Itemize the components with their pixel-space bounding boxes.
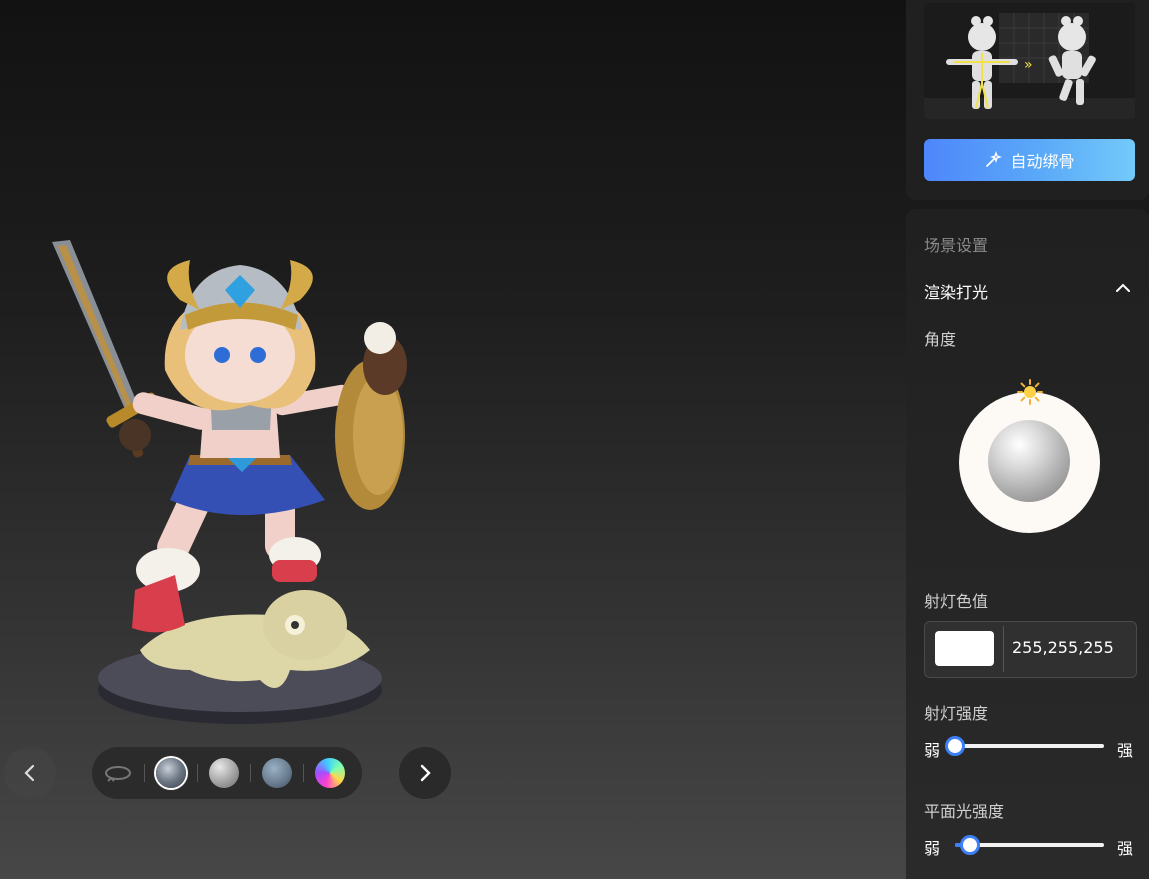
spot-color-label: 射灯色值: [924, 592, 989, 611]
light-preview-sphere: [988, 420, 1070, 502]
material-metal-dark-swatch: [156, 758, 186, 788]
rotate-button[interactable]: [92, 747, 144, 799]
auto-rig-button[interactable]: 自动绑骨: [924, 139, 1135, 181]
spot-color-field[interactable]: 255,255,255: [924, 621, 1137, 678]
rig-preview-image: »: [924, 3, 1135, 119]
scene-settings-panel: 场景设置 渲染打光 角度 射灯色值 255,255,255 射灯强度 弱 强 平…: [906, 209, 1149, 879]
flat-intensity-slider[interactable]: [955, 835, 1104, 855]
auto-rig-label: 自动绑骨: [1010, 152, 1075, 171]
model-viewport[interactable]: [0, 0, 906, 879]
previous-button[interactable]: [4, 747, 56, 799]
next-button[interactable]: [399, 747, 451, 799]
material-toolbar: [92, 747, 362, 799]
spot-color-swatch[interactable]: [935, 631, 994, 666]
spot-intensity-max-label: 强: [1117, 741, 1134, 760]
character-model[interactable]: [40, 230, 440, 730]
chevron-up-icon[interactable]: [1116, 283, 1130, 293]
angle-label: 角度: [924, 330, 957, 349]
material-metal-dark-button[interactable]: [145, 747, 197, 799]
spot-intensity-thumb[interactable]: [945, 736, 965, 756]
flat-intensity-min-label: 弱: [924, 839, 941, 858]
spot-color-value[interactable]: 255,255,255: [1012, 638, 1114, 657]
render-light-header[interactable]: 渲染打光: [924, 279, 988, 303]
flat-intensity-thumb[interactable]: [959, 835, 980, 855]
flat-intensity-max-label: 强: [1117, 839, 1134, 858]
color-field-divider: [1003, 626, 1004, 672]
auto-rig-panel: » 自动绑骨: [906, 0, 1149, 200]
chevron-left-icon: [24, 764, 35, 782]
material-gray-matte-button[interactable]: [198, 747, 250, 799]
chevron-right-icon: [420, 764, 431, 782]
material-gray-matte-swatch: [209, 758, 239, 788]
svg-text:»: »: [1024, 57, 1033, 73]
material-stone-swatch: [262, 758, 292, 788]
rotate-icon: [105, 766, 131, 782]
spot-intensity-label: 射灯强度: [924, 704, 989, 723]
magic-wand-icon: [986, 151, 1003, 167]
material-gradient-swatch: [315, 758, 345, 788]
material-stone-button[interactable]: [251, 747, 303, 799]
sun-icon[interactable]: [1017, 379, 1043, 405]
scene-settings-title: 场景设置: [924, 236, 989, 255]
spot-intensity-slider[interactable]: [945, 736, 1104, 756]
flat-intensity-label: 平面光强度: [924, 802, 1005, 821]
material-gradient-button[interactable]: [304, 747, 356, 799]
spot-intensity-min-label: 弱: [924, 741, 941, 760]
light-angle-control[interactable]: [959, 392, 1100, 533]
